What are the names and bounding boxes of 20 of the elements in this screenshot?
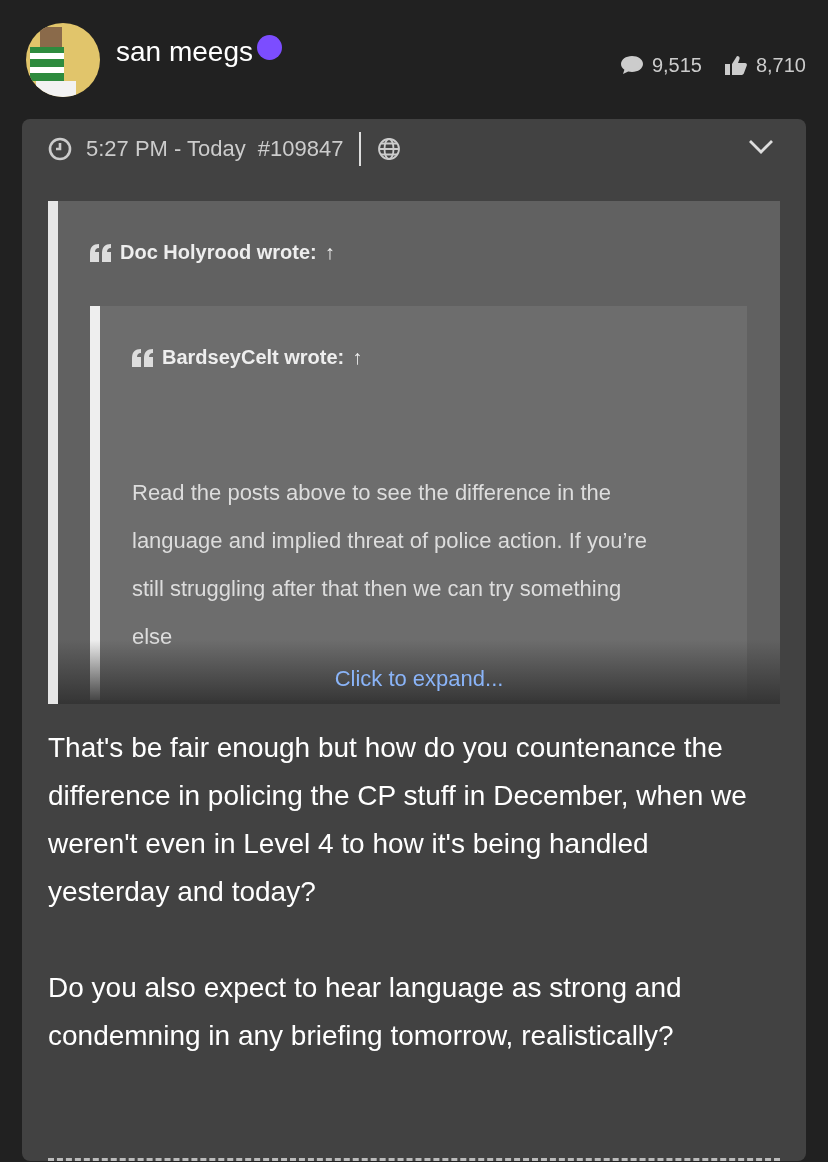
- jump-link[interactable]: ↑: [352, 346, 363, 369]
- thumbs-up-icon: [723, 54, 748, 76]
- quoted-text: Read the posts above to see the difference in the language and implied threat of police action. If you’re still struggling after that then we can try something else: [132, 479, 648, 651]
- chevron-down-icon[interactable]: [748, 139, 774, 155]
- globe-icon: [377, 137, 402, 161]
- speech-bubble-icon: [619, 55, 644, 75]
- post-paragraph: That's be fair enough but how do you countenance the difference in policing the CP stuff in December, when we weren't even in Level 4 to how it's being handled yesterday and today?: [48, 731, 748, 909]
- post-count: 9,515: [651, 53, 702, 77]
- quote-icon: [132, 348, 154, 367]
- post-paragraph: Do you also expect to hear language as strong and condemning in any briefing tomorrow, realistically?: [48, 971, 683, 1053]
- post-number[interactable]: #109847: [257, 136, 344, 162]
- username[interactable]: san meegs: [116, 36, 253, 68]
- quote-author: BardseyCelt wrote:: [162, 346, 345, 369]
- post-time: 5:27 PM - Today: [86, 136, 246, 162]
- jump-link[interactable]: ↑: [324, 241, 335, 264]
- expand-link[interactable]: Click to expand...: [334, 666, 504, 691]
- clock-icon: [48, 137, 72, 161]
- quote-author: Doc Holyrood wrote:: [120, 241, 317, 264]
- like-count: 8,710: [755, 53, 806, 77]
- quote-icon: [90, 243, 112, 262]
